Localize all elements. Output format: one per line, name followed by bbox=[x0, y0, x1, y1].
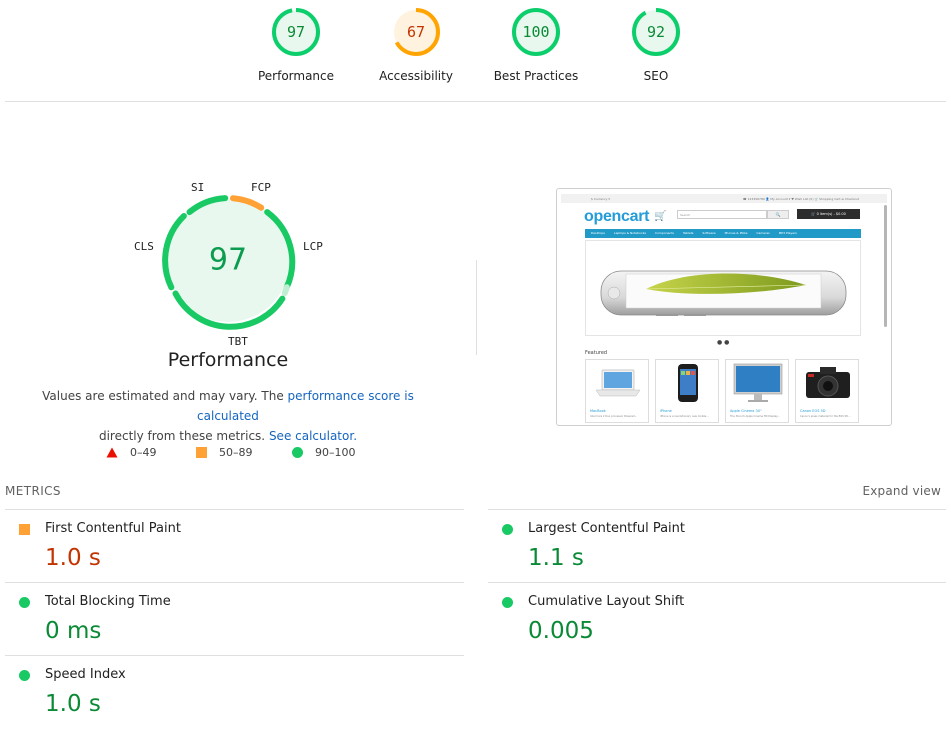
gauge-label: Performance bbox=[257, 69, 335, 83]
gauge-score: 100 bbox=[522, 23, 550, 41]
gauge-performance[interactable]: 97 Performance bbox=[236, 6, 356, 83]
metric-value: 0 ms bbox=[45, 618, 102, 644]
thumb-product: Canon EOS 5D Canon's press material for … bbox=[795, 359, 859, 423]
performance-title: Performance bbox=[167, 349, 289, 371]
thumb-product-name: iPhone bbox=[660, 409, 672, 413]
legend-pass: 90–100 bbox=[292, 446, 356, 459]
thumb-menu-item: MP3 Players bbox=[778, 231, 797, 235]
see-calculator-link[interactable]: See calculator. bbox=[269, 429, 357, 443]
score-legend: 0–49 50–89 90–100 bbox=[0, 446, 460, 462]
thumb-menu-item: Components bbox=[655, 231, 674, 235]
gauge-score: 92 bbox=[646, 23, 666, 41]
metrics-header: METRICS Expand view bbox=[5, 484, 941, 500]
thumb-product-name: Canon EOS 5D bbox=[800, 409, 826, 413]
thumb-top-links: ☎ 123456789 👤 My Account ▾ ♥ Wish List (… bbox=[742, 197, 859, 201]
metric-tbt[interactable]: Total Blocking Time 0 ms bbox=[5, 583, 464, 655]
iphone-product-image bbox=[678, 364, 698, 402]
metric-value: 1.0 s bbox=[45, 545, 101, 571]
gauge-best-practices[interactable]: 100 Best Practices bbox=[476, 6, 596, 83]
thumb-product: MacBook Intel Core 2 Duo processor Power… bbox=[585, 359, 649, 423]
metric-cls[interactable]: Cumulative Layout Shift 0.005 bbox=[488, 583, 947, 655]
thumb-featured-heading: Featured bbox=[585, 350, 608, 356]
thumb-product: iPhone iPhone is a revolutionary new mob… bbox=[655, 359, 719, 423]
metric-name: First Contentful Paint bbox=[45, 521, 181, 536]
circle-icon bbox=[19, 597, 30, 608]
circle-icon bbox=[19, 670, 30, 681]
circle-icon bbox=[502, 524, 513, 535]
legend-pass-label: 90–100 bbox=[315, 446, 356, 459]
thumb-menu-item: Cameras bbox=[756, 231, 770, 235]
thumb-menu-item: Tablets bbox=[682, 231, 694, 235]
thumb-search-button: 🔍 bbox=[767, 210, 789, 219]
top-divider bbox=[5, 101, 946, 102]
thumb-menu-item: Software bbox=[702, 231, 716, 235]
gauge-score: 67 bbox=[406, 23, 426, 41]
thumb-currency: $ Currency ▾ bbox=[591, 197, 610, 201]
gauge-label: Best Practices bbox=[493, 69, 579, 83]
metric-name: Cumulative Layout Shift bbox=[528, 594, 685, 609]
final-screenshot[interactable]: $ Currency ▾ ☎ 123456789 👤 My Account ▾ … bbox=[556, 188, 892, 426]
metrics-title: METRICS bbox=[5, 484, 61, 498]
thumb-search: Search bbox=[677, 210, 767, 219]
metric-tag-fcp: FCP bbox=[251, 181, 271, 194]
metric-name: Largest Contentful Paint bbox=[528, 521, 686, 536]
legend-average-label: 50–89 bbox=[219, 446, 253, 459]
thumb-slideshow bbox=[585, 240, 861, 336]
thumb-menu-item: Desktops bbox=[591, 231, 605, 235]
performance-description: Values are estimated and may vary. The p… bbox=[30, 386, 426, 446]
category-gauges: 97 Performance 67 Accessibility 100 Best… bbox=[0, 6, 951, 101]
gauge-label: SEO bbox=[643, 69, 669, 83]
square-icon bbox=[196, 447, 207, 458]
thumb-product-desc: iPhone is a revolutionary new mobile... bbox=[660, 415, 709, 418]
macbook-image bbox=[595, 369, 641, 397]
gauge-label: Accessibility bbox=[379, 69, 453, 83]
thumb-product-desc: The 30-inch Apple Cinema HD Display... bbox=[730, 415, 780, 418]
triangle-icon bbox=[106, 447, 118, 458]
description-text: Values are estimated and may vary. The bbox=[42, 389, 288, 403]
vertical-separator bbox=[476, 260, 477, 355]
cinema-display-image bbox=[733, 363, 783, 402]
legend-fail: 0–49 bbox=[106, 446, 157, 459]
metric-tag-si: SI bbox=[191, 181, 205, 194]
legend-fail-label: 0–49 bbox=[130, 446, 157, 459]
gauge-score: 97 bbox=[286, 23, 306, 41]
opencart-logo: opencart bbox=[584, 208, 650, 225]
legend-average: 50–89 bbox=[196, 446, 253, 459]
metric-lcp[interactable]: Largest Contentful Paint 1.1 s bbox=[488, 510, 947, 582]
metric-fcp[interactable]: First Contentful Paint 1.0 s bbox=[5, 510, 464, 582]
square-icon bbox=[19, 524, 30, 535]
thumb-product-name: Apple Cinema 30" bbox=[730, 409, 762, 413]
metric-name: Total Blocking Time bbox=[45, 594, 171, 609]
thumb-menu-item: Laptops & Notebooks bbox=[613, 231, 647, 235]
camera-image bbox=[806, 367, 850, 398]
metric-value: 1.1 s bbox=[528, 545, 584, 571]
description-text: directly from these metrics. bbox=[98, 429, 269, 443]
cart-logo-icon: 🛒 bbox=[654, 211, 667, 222]
iphone-image bbox=[600, 270, 847, 316]
expand-view-button[interactable]: Expand view bbox=[862, 484, 941, 498]
thumb-slider-dots: ● ● bbox=[717, 339, 730, 346]
metric-tag-tbt: TBT bbox=[228, 335, 248, 348]
thumb-menu: Desktops Laptops & Notebooks Components … bbox=[585, 229, 861, 238]
thumb-menu-item: Phones & PDAs bbox=[724, 231, 748, 235]
thumb-cart-button: 🛒 0 item(s) - $0.00 bbox=[797, 209, 860, 219]
thumb-product: Apple Cinema 30" The 30-inch Apple Cinem… bbox=[725, 359, 789, 423]
thumb-product-name: MacBook bbox=[590, 409, 606, 413]
gauge-seo[interactable]: 92 SEO bbox=[596, 6, 716, 83]
thumb-topbar: $ Currency ▾ ☎ 123456789 👤 My Account ▾ … bbox=[561, 194, 887, 203]
metric-si[interactable]: Speed Index 1.0 s bbox=[5, 656, 464, 728]
gauge-accessibility[interactable]: 67 Accessibility bbox=[356, 6, 476, 83]
metric-tag-lcp: LCP bbox=[303, 240, 323, 253]
metric-tag-cls: CLS bbox=[134, 240, 154, 253]
thumb-scrollbar bbox=[884, 205, 887, 327]
gauge-segment-lcp-rest bbox=[281, 284, 290, 296]
metric-value: 0.005 bbox=[528, 618, 594, 644]
circle-icon bbox=[292, 447, 303, 458]
circle-icon bbox=[502, 597, 513, 608]
metric-value: 1.0 s bbox=[45, 691, 101, 717]
performance-score: 97 bbox=[208, 242, 248, 278]
thumb-product-desc: Intel Core 2 Duo processor Powered... bbox=[590, 415, 638, 418]
thumb-product-desc: Canon's press material for the EOS 5D... bbox=[800, 415, 851, 418]
metric-name: Speed Index bbox=[45, 667, 126, 682]
